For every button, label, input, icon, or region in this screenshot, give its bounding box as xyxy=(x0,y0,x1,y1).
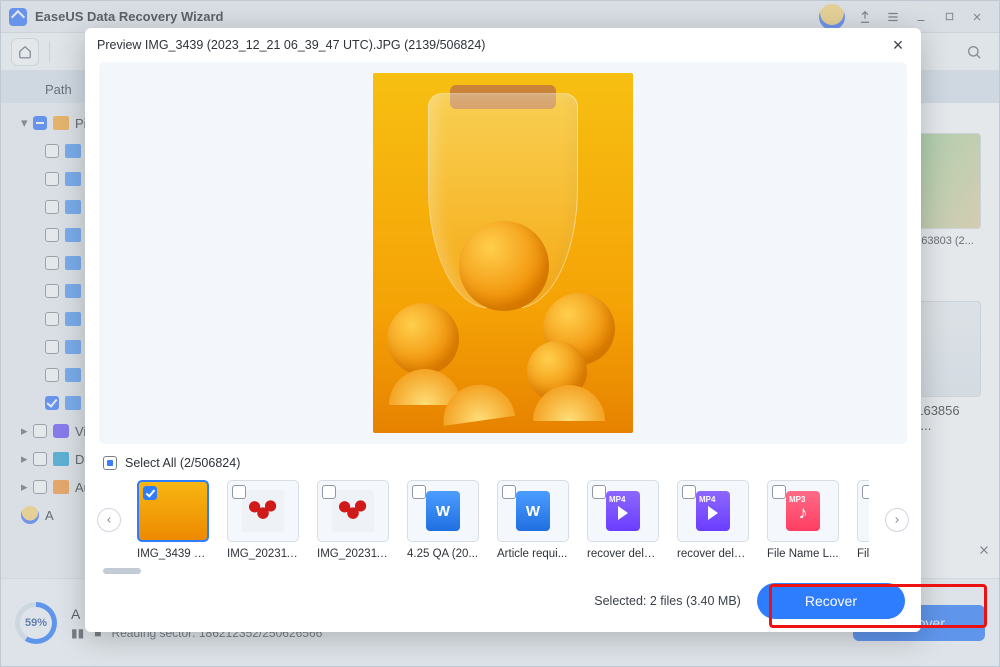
modal-header: Preview IMG_3439 (2023_12_21 06_39_47 UT… xyxy=(85,28,921,62)
thumbnail[interactable]: File Name L... xyxy=(857,480,869,560)
thumbnail-label: 4.25 QA (20... xyxy=(407,548,479,560)
thumbnail[interactable]: IMG_202311... xyxy=(317,480,389,560)
checkbox[interactable] xyxy=(772,485,786,499)
checkbox[interactable] xyxy=(592,485,606,499)
file-icon xyxy=(677,480,749,542)
checkbox[interactable] xyxy=(412,485,426,499)
file-icon xyxy=(497,480,569,542)
preview-image xyxy=(373,73,633,433)
checkbox[interactable] xyxy=(322,485,336,499)
strip-prev-icon[interactable] xyxy=(97,508,121,532)
thumbnail[interactable]: recover dele... xyxy=(677,480,749,560)
thumbnail[interactable]: IMG_202311... xyxy=(227,480,299,560)
checkbox[interactable] xyxy=(862,485,869,499)
image-icon xyxy=(137,480,209,542)
preview-modal: Preview IMG_3439 (2023_12_21 06_39_47 UT… xyxy=(85,28,921,632)
image-icon xyxy=(227,480,299,542)
thumbnail-label: IMG_3439 (2... xyxy=(137,548,209,560)
thumbnail[interactable]: Article requi... xyxy=(497,480,569,560)
file-icon xyxy=(767,480,839,542)
modal-footer: Selected: 2 files (3.40 MB) Recover xyxy=(85,576,921,632)
strip-scrollbar[interactable] xyxy=(103,568,903,574)
strip-next-icon[interactable] xyxy=(885,508,909,532)
thumbnail-label: Article requi... xyxy=(497,548,569,560)
modal-selected-text: Selected: 2 files (3.40 MB) xyxy=(594,594,741,608)
thumbnail-label: IMG_202311... xyxy=(227,548,299,560)
modal-close-icon[interactable]: × xyxy=(887,35,909,56)
thumbnail[interactable]: recover dele... xyxy=(587,480,659,560)
image-icon xyxy=(317,480,389,542)
file-icon xyxy=(587,480,659,542)
file-icon xyxy=(407,480,479,542)
modal-title: Preview IMG_3439 (2023_12_21 06_39_47 UT… xyxy=(97,38,485,52)
checkbox[interactable] xyxy=(232,485,246,499)
checkbox[interactable] xyxy=(682,485,696,499)
preview-canvas xyxy=(99,62,907,444)
thumbnail-label: IMG_202311... xyxy=(317,548,389,560)
file-icon xyxy=(857,480,869,542)
thumbnail[interactable]: File Name L... xyxy=(767,480,839,560)
modal-recover-button[interactable]: Recover xyxy=(757,583,905,619)
select-all-row[interactable]: Select All (2/506824) xyxy=(85,452,921,474)
thumbnail-strip: IMG_3439 (2... IMG_202311... IMG_202311...… xyxy=(85,474,921,566)
thumbnail-label: recover dele... xyxy=(677,548,749,560)
select-all-checkbox[interactable] xyxy=(103,456,117,470)
thumbnail-label: File Name L... xyxy=(767,548,839,560)
thumbnail[interactable]: IMG_3439 (2... xyxy=(137,480,209,560)
checkbox[interactable] xyxy=(502,485,516,499)
thumbnail[interactable]: 4.25 QA (20... xyxy=(407,480,479,560)
thumbnail-label: recover dele... xyxy=(587,548,659,560)
thumbnail-label: File Name L... xyxy=(857,548,869,560)
select-all-label: Select All (2/506824) xyxy=(125,456,240,470)
checkbox[interactable] xyxy=(143,486,157,500)
